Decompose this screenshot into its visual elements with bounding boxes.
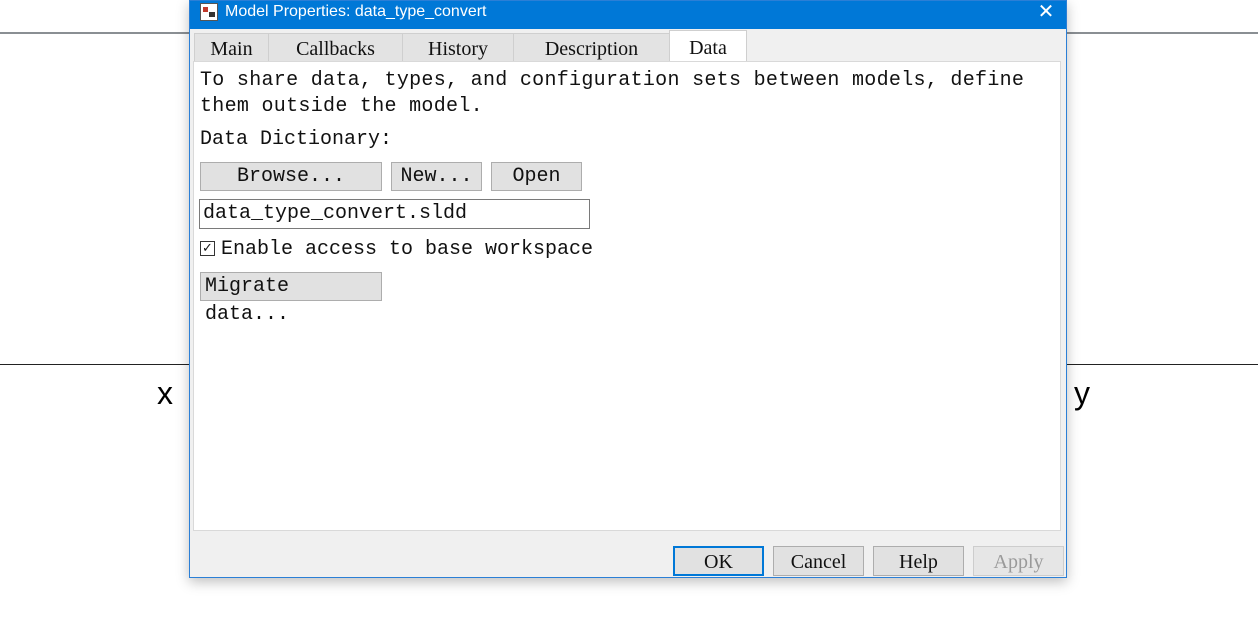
data-dictionary-field[interactable]: data_type_convert.sldd <box>199 199 590 229</box>
data-tab-panel: To share data, types, and configuration … <box>193 61 1061 531</box>
base-workspace-label[interactable]: Enable access to base workspace <box>221 237 593 263</box>
tab-history[interactable]: History <box>402 33 514 61</box>
cancel-button[interactable]: Cancel <box>773 546 864 576</box>
help-button[interactable]: Help <box>873 546 964 576</box>
open-button[interactable]: Open <box>491 162 582 191</box>
tab-data[interactable]: Data <box>669 30 747 61</box>
browse-button[interactable]: Browse... <box>200 162 382 191</box>
ok-button[interactable]: OK <box>673 546 764 576</box>
migrate-data-button[interactable]: Migrate data... <box>200 272 382 326</box>
close-icon[interactable]: ✕ <box>1034 1 1058 23</box>
output-port-label: y <box>1074 375 1090 411</box>
dialog-title: Model Properties: data_type_convert <box>225 3 487 20</box>
input-port-label: x <box>157 375 173 411</box>
apply-button[interactable]: Apply <box>973 546 1064 576</box>
tab-description[interactable]: Description <box>513 33 670 61</box>
new-button[interactable]: New... <box>391 162 482 191</box>
model-properties-dialog: Model Properties: data_type_convert ✕ Ma… <box>189 0 1067 578</box>
data-dictionary-label: Data Dictionary: <box>200 128 393 151</box>
data-tab-description: To share data, types, and configuration … <box>200 69 1025 118</box>
simulink-model-icon <box>200 3 218 21</box>
title-bar[interactable]: Model Properties: data_type_convert ✕ <box>190 1 1066 29</box>
tab-callbacks[interactable]: Callbacks <box>268 33 403 61</box>
base-workspace-checkbox[interactable]: ✓ <box>200 241 215 256</box>
tab-main[interactable]: Main <box>194 33 269 61</box>
